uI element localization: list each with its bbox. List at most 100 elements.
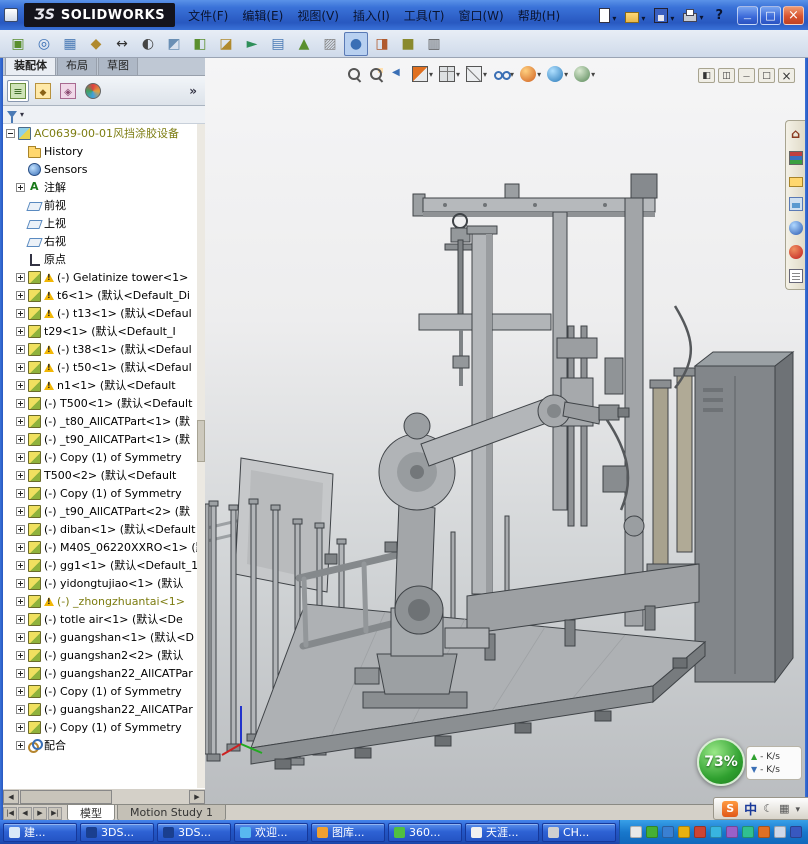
toolbar-collapse-icon[interactable]	[795, 803, 800, 815]
taskbar-button[interactable]: 天涯...	[465, 823, 539, 842]
tree-item[interactable]: (-) totle air<1> (默认<De	[3, 610, 197, 628]
tree-item[interactable]: (-) Gelatinize tower<1>	[3, 268, 197, 286]
expand-icon[interactable]	[16, 453, 25, 462]
file-explorer-icon[interactable]	[789, 177, 803, 187]
show-hidden-components-icon[interactable]: ◩	[162, 32, 186, 56]
tree-item[interactable]: History	[3, 142, 197, 160]
scroll-left-icon[interactable]	[3, 790, 19, 804]
close-icon[interactable]	[778, 68, 795, 83]
tree-item[interactable]: (-) _t80_AllCATPart<1> (默	[3, 412, 197, 430]
help-button[interactable]: ?	[709, 8, 729, 23]
more-tabs-button[interactable]: »	[185, 84, 201, 98]
view-tool-button[interactable]	[389, 65, 407, 83]
command-tab[interactable]: 布局	[57, 55, 97, 75]
expand-icon[interactable]	[16, 471, 25, 480]
moon-icon[interactable]	[763, 803, 773, 814]
command-tab[interactable]: 装配体	[5, 55, 56, 75]
minimize-icon[interactable]	[738, 68, 755, 83]
restore-icon[interactable]	[758, 68, 775, 83]
expand-icon[interactable]	[16, 597, 25, 606]
ime-brand-icon[interactable]: S	[722, 801, 738, 817]
view-tool-button[interactable]	[492, 65, 515, 83]
new-motion-study-icon[interactable]: ►	[240, 32, 264, 56]
taskbar-button[interactable]: 3DS...	[157, 823, 231, 842]
tray-icon[interactable]	[694, 826, 706, 838]
collapse-icon[interactable]	[6, 129, 15, 138]
maximize-icon[interactable]	[760, 6, 781, 25]
tree-item[interactable]: 配合	[3, 736, 197, 754]
expand-icon[interactable]	[16, 417, 25, 426]
quick-button[interactable]	[683, 8, 703, 22]
expand-icon[interactable]	[16, 435, 25, 444]
tree-item[interactable]: (-) _zhongzhuantai<1>	[3, 592, 197, 610]
scrollbar-thumb[interactable]	[197, 420, 205, 462]
move-component-icon[interactable]: ↔	[110, 32, 134, 56]
control-cabinet[interactable]	[695, 352, 793, 682]
tree-item[interactable]: (-) _t90_AllCATPart<1> (默	[3, 430, 197, 448]
filter-dropdown-icon[interactable]: ▾	[20, 110, 24, 119]
network-speed-widget[interactable]: ▲- K/s ▼- K/s	[746, 746, 802, 780]
tree-vertical-scrollbar[interactable]	[197, 124, 205, 788]
design-library-icon[interactable]	[789, 151, 803, 165]
interference-detection-icon[interactable]: ◨	[370, 32, 394, 56]
model-tab[interactable]: 模型	[67, 805, 115, 821]
expand-icon[interactable]	[16, 525, 25, 534]
expand-icon[interactable]	[16, 399, 25, 408]
quick-button[interactable]	[599, 8, 616, 23]
command-tab[interactable]: 草图	[98, 55, 138, 75]
expand-icon[interactable]	[16, 633, 25, 642]
expand-icon[interactable]	[16, 381, 25, 390]
tree-item[interactable]: 右视	[3, 232, 197, 250]
mate-icon[interactable]: ◎	[32, 32, 56, 56]
progress-badge[interactable]: 73%	[697, 738, 745, 786]
tray-icon[interactable]	[758, 826, 770, 838]
tree-horizontal-scrollbar[interactable]	[3, 788, 205, 804]
expand-icon[interactable]	[16, 579, 25, 588]
gantry-frame[interactable]	[413, 174, 657, 626]
manager-tab[interactable]	[32, 80, 54, 102]
manager-tab[interactable]	[82, 80, 104, 102]
expand-icon[interactable]	[16, 507, 25, 516]
exploded-view-icon[interactable]: ▲	[292, 32, 316, 56]
menu-item[interactable]: 帮助(H)	[511, 4, 567, 27]
cylinder-stands[interactable]	[647, 306, 699, 576]
expand-icon[interactable]	[16, 543, 25, 552]
tree-item[interactable]: (-) guangshan2<2> (默认	[3, 646, 197, 664]
quick-button[interactable]	[654, 8, 674, 23]
tree-item[interactable]: 上视	[3, 214, 197, 232]
tree-item[interactable]: (-) t50<1> (默认<Defaul	[3, 358, 197, 376]
menu-item[interactable]: 文件(F)	[181, 4, 235, 27]
tree-item[interactable]: (-) Copy (1) of Symmetry	[3, 682, 197, 700]
ime-language-indicator[interactable]: 中	[744, 799, 757, 818]
tree-item[interactable]: (-) t38<1> (默认<Defaul	[3, 340, 197, 358]
tree-root-item[interactable]: AC0639-00-01风挡涂胶设备	[3, 124, 197, 142]
reference-geometry-icon[interactable]: ◪	[214, 32, 238, 56]
tree-item[interactable]: (-) guangshan<1> (默认<D	[3, 628, 197, 646]
home-icon[interactable]	[789, 127, 803, 141]
model-3d-view[interactable]	[205, 58, 805, 804]
view-tool-button[interactable]	[438, 65, 461, 83]
appearances-icon[interactable]	[789, 221, 803, 235]
explode-line-sketch-icon[interactable]: ▨	[318, 32, 342, 56]
expand-icon[interactable]	[16, 309, 25, 318]
expand-icon[interactable]	[16, 615, 25, 624]
expand-icon[interactable]	[16, 561, 25, 570]
expand-icon[interactable]	[16, 687, 25, 696]
expand-icon[interactable]	[16, 363, 25, 372]
tree-item[interactable]: Sensors	[3, 160, 197, 178]
menu-item[interactable]: 编辑(E)	[235, 4, 290, 27]
assembly-features-icon[interactable]: ◧	[188, 32, 212, 56]
taskbar-button[interactable]: 建...	[3, 823, 77, 842]
manager-tab[interactable]	[7, 80, 29, 102]
insert-components-icon[interactable]: ▣	[6, 32, 30, 56]
close-icon[interactable]	[783, 6, 804, 25]
scene-icon[interactable]	[789, 245, 803, 259]
menu-item[interactable]: 插入(I)	[346, 4, 397, 27]
quick-button[interactable]	[625, 8, 645, 23]
tree-item[interactable]: (-) t13<1> (默认<Defaul	[3, 304, 197, 322]
tab-nav-button[interactable]: |◀	[3, 807, 17, 820]
tray-icon[interactable]	[710, 826, 722, 838]
tree-item[interactable]: (-) Copy (1) of Symmetry	[3, 484, 197, 502]
tray-icon[interactable]	[678, 826, 690, 838]
expand-icon[interactable]	[16, 651, 25, 660]
